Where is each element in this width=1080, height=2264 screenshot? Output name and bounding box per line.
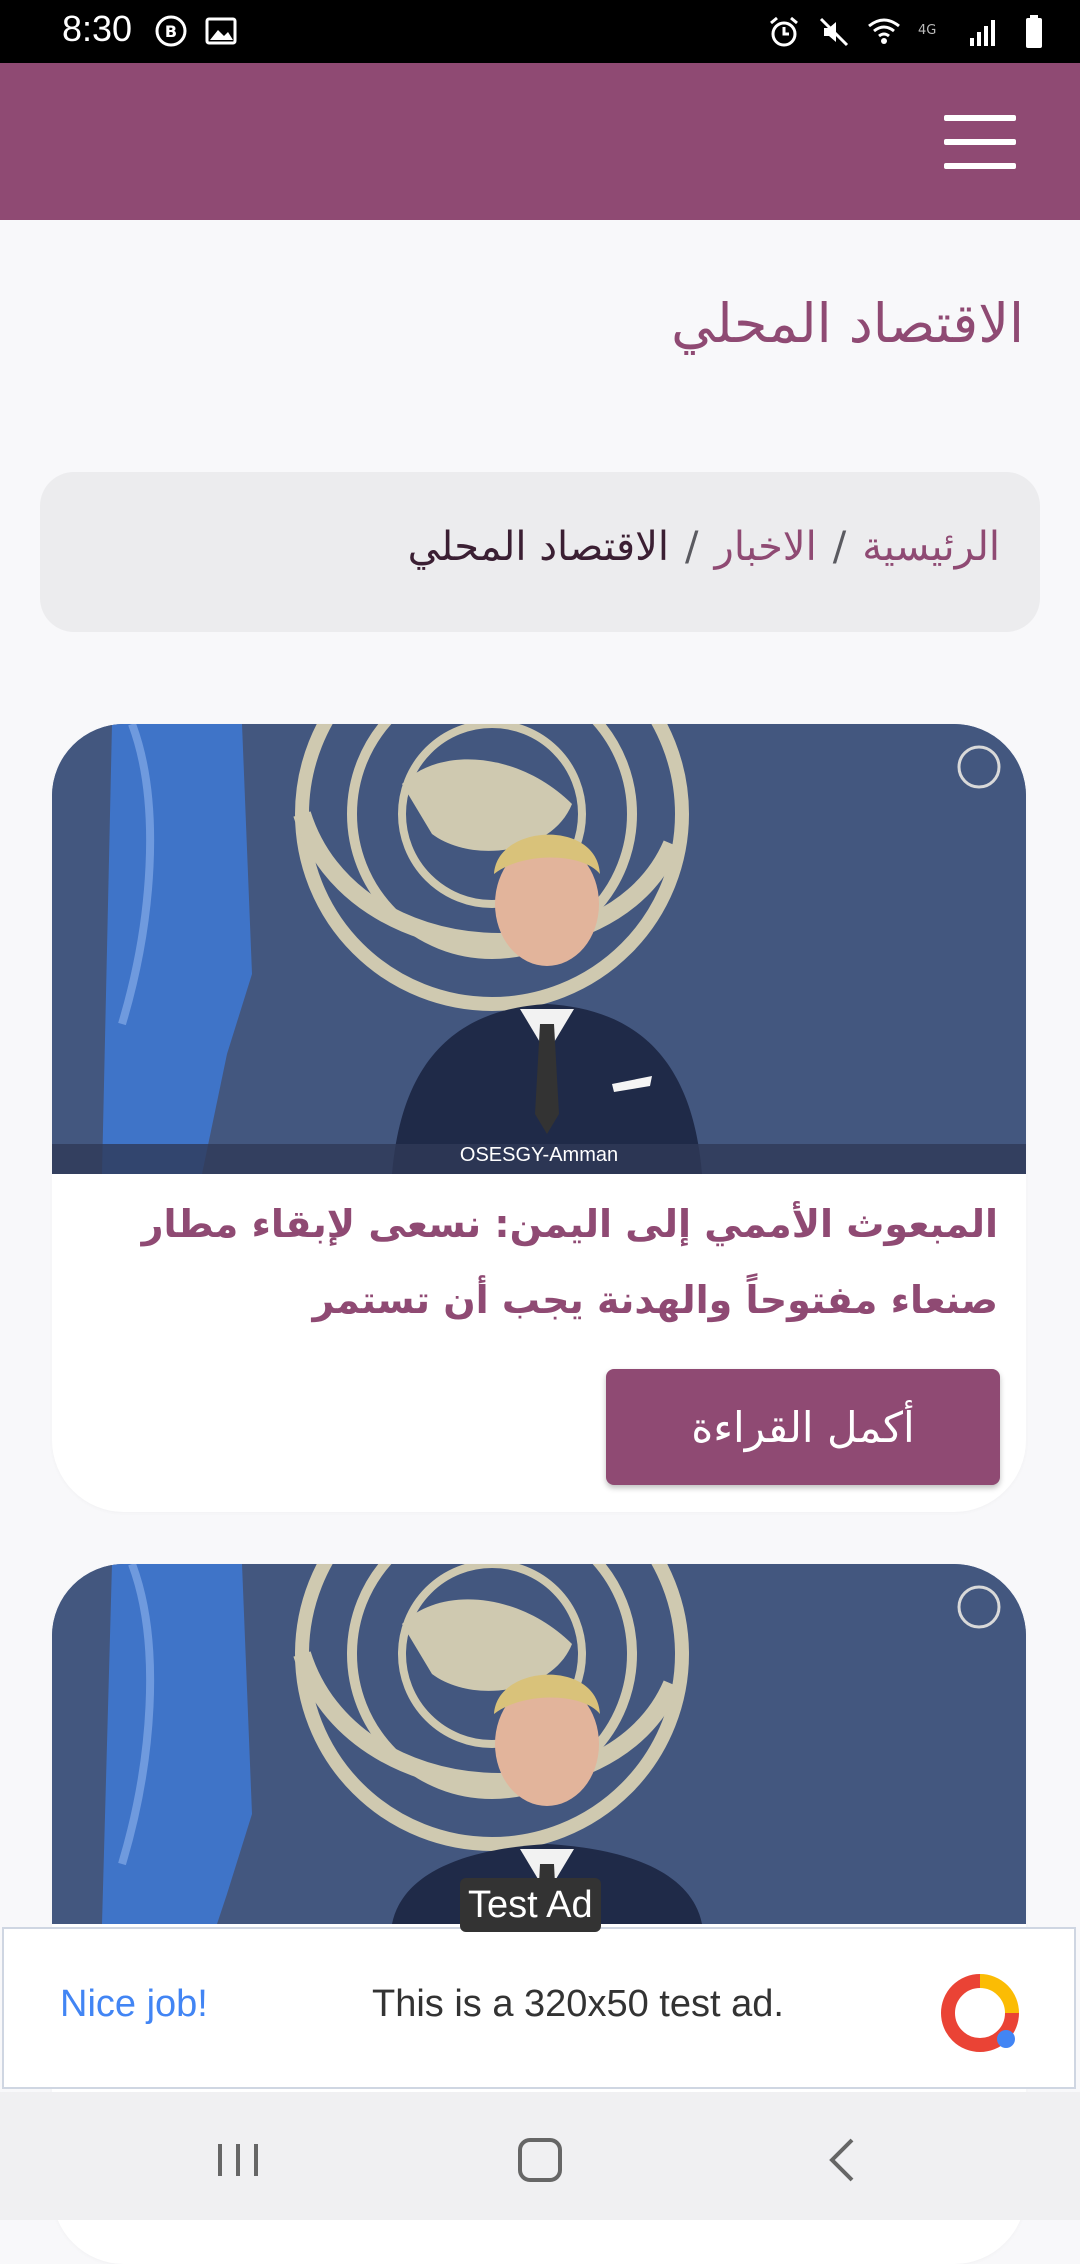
status-bar: 8:30 B 4G <box>0 0 1080 63</box>
breadcrumb-separator: / <box>832 524 847 570</box>
ad-text[interactable]: This is a 320x50 test ad. <box>372 1983 784 2026</box>
test-ad-label: Test Ad <box>460 1878 601 1932</box>
ad-logo-icon[interactable] <box>940 1973 1020 2053</box>
network-type-icon: 4G <box>918 23 936 38</box>
breadcrumb-news[interactable]: الاخبار <box>715 524 817 570</box>
back-icon[interactable] <box>814 2130 874 2190</box>
signal-icon <box>970 20 995 46</box>
article-image[interactable]: OSESGY-Amman <box>52 724 1026 1174</box>
home-icon[interactable] <box>510 2130 570 2190</box>
page-title: الاقتصاد المحلي <box>671 292 1024 355</box>
image-caption: OSESGY-Amman <box>459 1144 619 1166</box>
battery-icon <box>1026 15 1042 48</box>
article-card[interactable]: OSESGY-Amman المبعوث الأممي إلى اليمن: ن… <box>52 724 1026 1512</box>
b-notification-icon: B <box>155 15 187 47</box>
breadcrumb-container: الرئيسية / الاخبار / الاقتصاد المحلي <box>40 472 1040 632</box>
svg-text:B: B <box>165 22 177 41</box>
svg-text:4G: 4G <box>918 23 936 38</box>
breadcrumb-current: الاقتصاد المحلي <box>407 524 670 570</box>
article-title[interactable]: المبعوث الأممي إلى اليمن: نسعى لإبقاء مط… <box>118 1186 998 1338</box>
system-nav-bar <box>0 2092 1080 2220</box>
hamburger-menu-icon[interactable] <box>944 115 1016 169</box>
image-notification-icon <box>205 17 237 45</box>
wifi-icon <box>868 18 900 44</box>
breadcrumb: الرئيسية / الاخبار / الاقتصاد المحلي <box>408 524 1000 570</box>
recent-apps-icon[interactable] <box>208 2130 268 2190</box>
status-time: 8:30 <box>62 8 133 49</box>
breadcrumb-separator: / <box>685 524 699 570</box>
article-image[interactable] <box>52 1564 1026 1924</box>
app-header <box>0 63 1080 220</box>
breadcrumb-home[interactable]: الرئيسية <box>862 524 1000 570</box>
mute-icon <box>819 17 849 47</box>
ad-headline[interactable]: Nice job! <box>60 1983 208 2026</box>
alarm-icon <box>770 16 798 47</box>
ad-banner[interactable]: Nice job! This is a 320x50 test ad. <box>2 1927 1076 2089</box>
read-more-button[interactable]: أكمل القراءة <box>606 1369 1000 1485</box>
